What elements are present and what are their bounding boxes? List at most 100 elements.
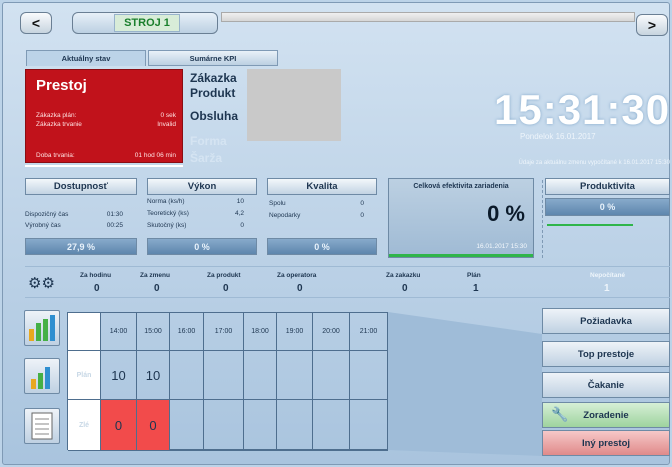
duration-value: 01 hod 06 min — [134, 152, 176, 159]
plan-cell — [350, 351, 388, 400]
plan-cell: 10 — [137, 351, 170, 400]
counters-row — [25, 266, 670, 298]
availability-row-value: 00:25 — [106, 222, 123, 229]
data-updated-note: Údaje za aktuálnu zmenu vypočítané k 16.… — [518, 160, 670, 166]
counter-label: Za hodinu — [80, 272, 112, 279]
clock-date: Pondelok 16.01.2017 — [520, 132, 596, 141]
counter-value: 0 — [154, 283, 160, 294]
vertical-divider — [542, 180, 544, 258]
hour-header: 20:00 — [313, 313, 350, 351]
counter-label: Za operatora — [277, 272, 317, 279]
duration-label: Doba trvania: — [36, 152, 75, 159]
bad-cell — [204, 400, 244, 451]
performance-row-label: Skutočný (ks) — [147, 222, 187, 229]
hourly-production-table: Plán Zlé 14:00 15:00 16:00 17:00 18:00 1… — [67, 312, 388, 451]
performance-row-value: 4,2 — [234, 210, 244, 217]
plan-cell — [244, 351, 277, 400]
report-icon[interactable] — [24, 408, 60, 444]
quality-row-label: Spolu — [269, 200, 286, 207]
counter-value: 0 — [223, 283, 229, 294]
performance-percent: 0 % — [147, 238, 257, 255]
hour-header: 19:00 — [277, 313, 313, 351]
counter-label: Za zmenu — [140, 272, 170, 279]
quality-row-label: Nepodarky — [269, 212, 301, 219]
hour-header: 18:00 — [244, 313, 277, 351]
status-underline — [25, 165, 183, 167]
bad-cell — [244, 400, 277, 451]
oee-panel[interactable]: Celková efektivita zariadenia 0 % 16.01.… — [388, 178, 534, 258]
order-plan-value: 0 sek — [160, 112, 176, 119]
order-plan-label: Zákazka plán: — [36, 112, 77, 119]
tab-summary-kpi[interactable]: Sumárne KPI — [148, 50, 278, 66]
performance-row-label: Teoretický (ks) — [147, 210, 189, 217]
bad-cell — [277, 400, 313, 451]
bad-cell — [313, 400, 350, 451]
top-downtimes-button[interactable]: Top prestoje — [542, 341, 670, 367]
performance-row-label: Norma (ks/h) — [147, 198, 185, 205]
hour-header: 15:00 — [137, 313, 170, 351]
hour-header: 21:00 — [350, 313, 388, 351]
machine-name: STROJ 1 — [114, 14, 180, 32]
grid-corner — [68, 313, 101, 351]
quality-row-value: 0 — [360, 200, 364, 207]
bar-chart-alt-icon[interactable] — [24, 358, 60, 394]
counter-value: 0 — [94, 283, 100, 294]
oee-label: Celková efektivita zariadenia — [413, 183, 509, 190]
plan-cell — [313, 351, 350, 400]
productivity-progress-bar — [547, 224, 633, 226]
wrench-icon: 🔧 — [551, 406, 569, 422]
counter-label: Nepočítané — [590, 272, 626, 279]
status-title: Prestoj — [36, 77, 87, 94]
downtime-status-panel: Prestoj Zákazka plán: 0 sek Zákazka trva… — [25, 69, 183, 163]
machine-strip — [221, 12, 635, 22]
order-duration-label: Zákazka trvanie — [36, 121, 82, 128]
row-label-bad: Zlé — [68, 400, 101, 451]
bar-chart-icon[interactable] — [24, 310, 60, 346]
availability-row-value: 01:30 — [106, 211, 123, 218]
counter-label: Plán — [467, 272, 481, 279]
oee-timestamp: 16.01.2017 15:30 — [476, 243, 527, 250]
hour-header: 17:00 — [204, 313, 244, 351]
counter-value: 0 — [297, 283, 303, 294]
order-duration-value: Invalid — [157, 121, 176, 128]
waiting-button[interactable]: Čakanie — [542, 372, 670, 398]
counter-value: 1 — [604, 283, 610, 294]
bad-cell: 0 — [101, 400, 137, 451]
performance-button[interactable]: Výkon — [147, 178, 257, 195]
back-button[interactable]: < — [20, 12, 52, 34]
row-label-plan: Plán — [68, 351, 101, 400]
plan-cell — [277, 351, 313, 400]
productivity-button[interactable]: Produktivita — [545, 178, 670, 195]
bad-cell: 0 — [137, 400, 170, 451]
quality-percent: 0 % — [267, 238, 377, 255]
performance-row-value: 10 — [236, 198, 244, 205]
hour-header: 14:00 — [101, 313, 137, 351]
setup-button[interactable]: 🔧 Zoradenie — [542, 402, 670, 428]
batch-label: Šarža — [190, 151, 223, 165]
counter-label: Za zakazku — [386, 272, 421, 279]
availability-row-label: Dispozičný čas — [25, 211, 69, 218]
setup-label: Zoradenie — [583, 409, 629, 421]
product-label: Produkt — [190, 86, 236, 100]
clock-time: 15:31:30 — [494, 86, 671, 133]
oee-green-bar — [389, 254, 533, 257]
other-downtime-button[interactable]: Iný prestoj — [542, 430, 670, 456]
empty-detail-panel — [388, 312, 542, 456]
gears-icon[interactable]: ⚙⚙ — [28, 274, 55, 292]
plan-cell — [204, 351, 244, 400]
quality-button[interactable]: Kvalita — [267, 178, 377, 195]
operator-label: Obsluha — [190, 109, 239, 123]
availability-row-label: Výrobný čas — [25, 222, 61, 229]
bad-cell — [350, 400, 388, 451]
order-info-placeholder — [247, 69, 341, 141]
request-button[interactable]: Požiadavka — [542, 308, 670, 334]
availability-button[interactable]: Dostupnosť — [25, 178, 137, 195]
productivity-percent: 0 % — [545, 198, 670, 216]
counter-value: 1 — [473, 283, 479, 294]
hour-header: 16:00 — [170, 313, 204, 351]
forward-button[interactable]: > — [636, 14, 668, 36]
tab-current-state[interactable]: Aktuálny stav — [26, 50, 146, 66]
performance-row-value: 0 — [240, 222, 244, 229]
oee-value: 0 % — [487, 201, 525, 226]
plan-cell — [170, 351, 204, 400]
